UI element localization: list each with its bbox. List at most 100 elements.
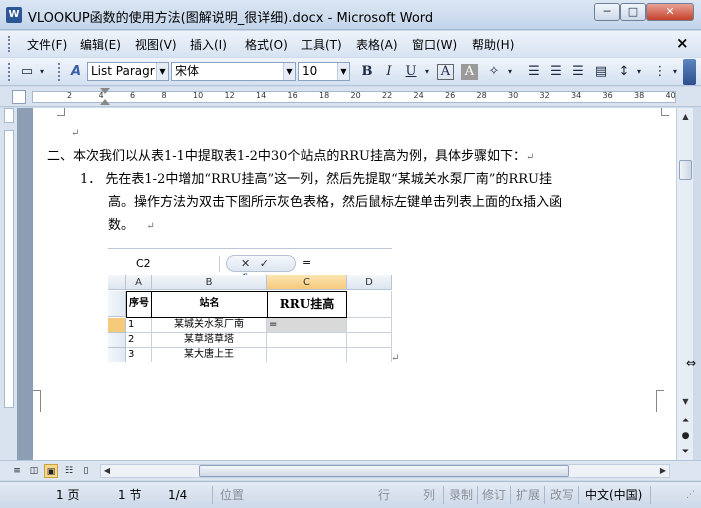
previous-page-icon[interactable]: ⏶: [680, 415, 691, 427]
style-combo[interactable]: List Paragr ▼: [87, 62, 169, 81]
styles-pane-icon[interactable]: A: [66, 63, 86, 81]
status-extend[interactable]: 扩展: [516, 486, 540, 504]
font-combo[interactable]: 宋体 ▼: [171, 62, 296, 81]
align-right-icon[interactable]: ☰: [568, 63, 588, 81]
font-size-combo[interactable]: 10 ▼: [298, 62, 350, 81]
toolbar-grip[interactable]: [8, 63, 11, 81]
outline-view-icon[interactable]: ☷: [62, 464, 76, 478]
excel-col-d: D: [347, 275, 392, 290]
status-language[interactable]: 中文(中国): [585, 486, 642, 504]
line-spacing-dropdown-icon[interactable]: ▾: [634, 63, 644, 81]
tab-selector[interactable]: [12, 90, 26, 104]
font-dropdown-icon[interactable]: ▼: [283, 63, 295, 80]
menu-table[interactable]: 表格(A): [356, 36, 398, 53]
new-document-icon[interactable]: ▭: [17, 63, 37, 81]
underline-button[interactable]: U: [401, 63, 421, 81]
bold-button[interactable]: B: [357, 63, 377, 81]
italic-button[interactable]: I: [379, 63, 399, 81]
status-record[interactable]: 录制: [449, 486, 473, 504]
resize-cursor-icon: ⇔: [686, 356, 697, 370]
view-and-hscroll-bar: ≡ ◫ ▣ ☷ ▯ ◀ ▶: [0, 460, 701, 480]
menu-help[interactable]: 帮助(H): [472, 36, 514, 53]
vruler-top-segment[interactable]: [4, 108, 14, 123]
style-value: List Paragr: [91, 64, 155, 78]
resize-grip-icon[interactable]: ⋰: [686, 490, 698, 504]
horizontal-scrollbar[interactable]: ◀ ▶: [100, 464, 670, 478]
first-line-indent-icon[interactable]: [100, 88, 110, 94]
menu-insert[interactable]: 插入(I): [190, 36, 227, 53]
vertical-scroll-thumb[interactable]: [679, 160, 692, 180]
status-revise[interactable]: 修订: [482, 486, 506, 504]
toolbar-options-icon[interactable]: ▾: [37, 63, 47, 81]
align-center-icon[interactable]: ☰: [546, 63, 566, 81]
ruler-number: 12: [224, 91, 235, 100]
normal-view-icon[interactable]: ≡: [10, 464, 24, 478]
status-overtype[interactable]: 改写: [550, 486, 574, 504]
char-border-button[interactable]: A: [437, 64, 454, 80]
web-layout-icon[interactable]: ◫: [27, 464, 41, 478]
underline-dropdown-icon[interactable]: ▾: [422, 63, 432, 81]
ruler-number: 20: [350, 91, 361, 100]
excel-row-header-1: [108, 291, 126, 317]
menu-format[interactable]: 格式(O): [245, 36, 288, 53]
status-line[interactable]: 行: [378, 486, 390, 504]
paragraph-step-1-line-3[interactable]: 数。 ↵: [108, 214, 155, 238]
align-left-icon[interactable]: ☰: [524, 63, 544, 81]
paragraph-step-1-line-1[interactable]: 1． 先在表1-2中增加“RRU挂高”这一列，然后先提取“某城关水泵厂南”的RR…: [80, 168, 552, 191]
menu-window[interactable]: 窗口(W): [412, 36, 457, 53]
paragraph-step-intro[interactable]: 二、本次我们以从表1-1中提取表1-2中30个站点的RRU挂高为例，具体步骤如下…: [47, 145, 534, 169]
ruler-track[interactable]: 2 4 6 8 10 12 14 16 18 20 22 24 26 28 30 32 34 36 38 40: [32, 91, 676, 103]
hanging-indent-icon[interactable]: [100, 99, 110, 105]
style-dropdown-icon[interactable]: ▼: [156, 63, 168, 80]
maximize-button[interactable]: □: [620, 3, 646, 21]
print-layout-icon[interactable]: ▣: [44, 464, 58, 478]
minimize-button[interactable]: ─: [594, 3, 620, 21]
toolbar-grip-2[interactable]: [58, 63, 61, 81]
excel-col-a: A: [126, 275, 152, 290]
next-page-icon[interactable]: ⏷: [680, 446, 691, 458]
excel-cell-d2: [347, 318, 392, 333]
indent-marker[interactable]: [100, 88, 110, 106]
line-spacing-icon[interactable]: ↕: [614, 63, 634, 81]
menu-bar: 文件(F) 编辑(E) 视图(V) 插入(I) 格式(O) 工具(T) 表格(A…: [0, 31, 701, 57]
numbering-icon[interactable]: ⋮: [650, 63, 670, 81]
effects-dropdown-icon[interactable]: ▾: [505, 63, 515, 81]
excel-cell-d1: [347, 291, 392, 318]
menu-grip[interactable]: [8, 36, 11, 52]
close-document-button[interactable]: ×: [676, 34, 689, 52]
excel-screenshot-image[interactable]: C2 ✕ ✓ fx = A B C D 序号 站名 RRU挂高 1 某城关水泵厂…: [108, 248, 392, 362]
scroll-down-icon[interactable]: ▼: [679, 395, 692, 408]
justify-icon[interactable]: ▤: [591, 63, 611, 81]
font-size-dropdown-icon[interactable]: ▼: [337, 63, 349, 80]
status-section[interactable]: 1 节: [118, 486, 141, 504]
scroll-right-icon[interactable]: ▶: [657, 465, 669, 477]
status-page-of[interactable]: 1/4: [168, 486, 187, 504]
word-app-icon[interactable]: W: [6, 7, 22, 23]
toolbar-options-button[interactable]: [683, 59, 696, 85]
menu-file[interactable]: 文件(F): [27, 36, 67, 53]
text-effects-icon[interactable]: ✧: [484, 63, 504, 81]
status-page[interactable]: 1 页: [56, 486, 79, 504]
menu-tools[interactable]: 工具(T): [301, 36, 342, 53]
excel-cell-c2-selected[interactable]: =: [267, 318, 347, 333]
paragraph-step-1-line-2[interactable]: 高。操作方法为双击下图所示灰色表格，然后鼠标左键单击列表上面的fx插入函: [108, 191, 562, 214]
char-shading-button[interactable]: A: [461, 64, 478, 80]
status-position[interactable]: 位置: [220, 486, 244, 504]
document-page[interactable]: ↵ 二、本次我们以从表1-1中提取表1-2中30个站点的RRU挂高为例，具体步骤…: [33, 108, 676, 460]
status-column[interactable]: 列: [423, 486, 435, 504]
excel-cell-d4: [347, 348, 392, 362]
margin-mark-bottom-right: [656, 390, 664, 412]
menu-edit[interactable]: 编辑(E): [80, 36, 121, 53]
menu-view[interactable]: 视图(V): [135, 36, 177, 53]
toolbar-more-icon[interactable]: ▾: [670, 63, 680, 81]
vertical-scrollbar[interactable]: ▲ ▼ ⏶ ● ⏷: [676, 108, 693, 460]
close-button[interactable]: ✕: [646, 3, 694, 21]
reading-layout-icon[interactable]: ▯: [79, 464, 93, 478]
scroll-left-icon[interactable]: ◀: [101, 465, 113, 477]
horizontal-scroll-thumb[interactable]: [199, 465, 569, 477]
scroll-up-icon[interactable]: ▲: [679, 110, 692, 123]
excel-row-header-3: [108, 333, 126, 348]
title-bar: W VLOOKUP函数的使用方法(图解说明_很详细).docx - Micros…: [0, 0, 701, 30]
select-browse-object-icon[interactable]: ●: [680, 430, 691, 442]
vruler-main-segment[interactable]: [4, 130, 14, 408]
